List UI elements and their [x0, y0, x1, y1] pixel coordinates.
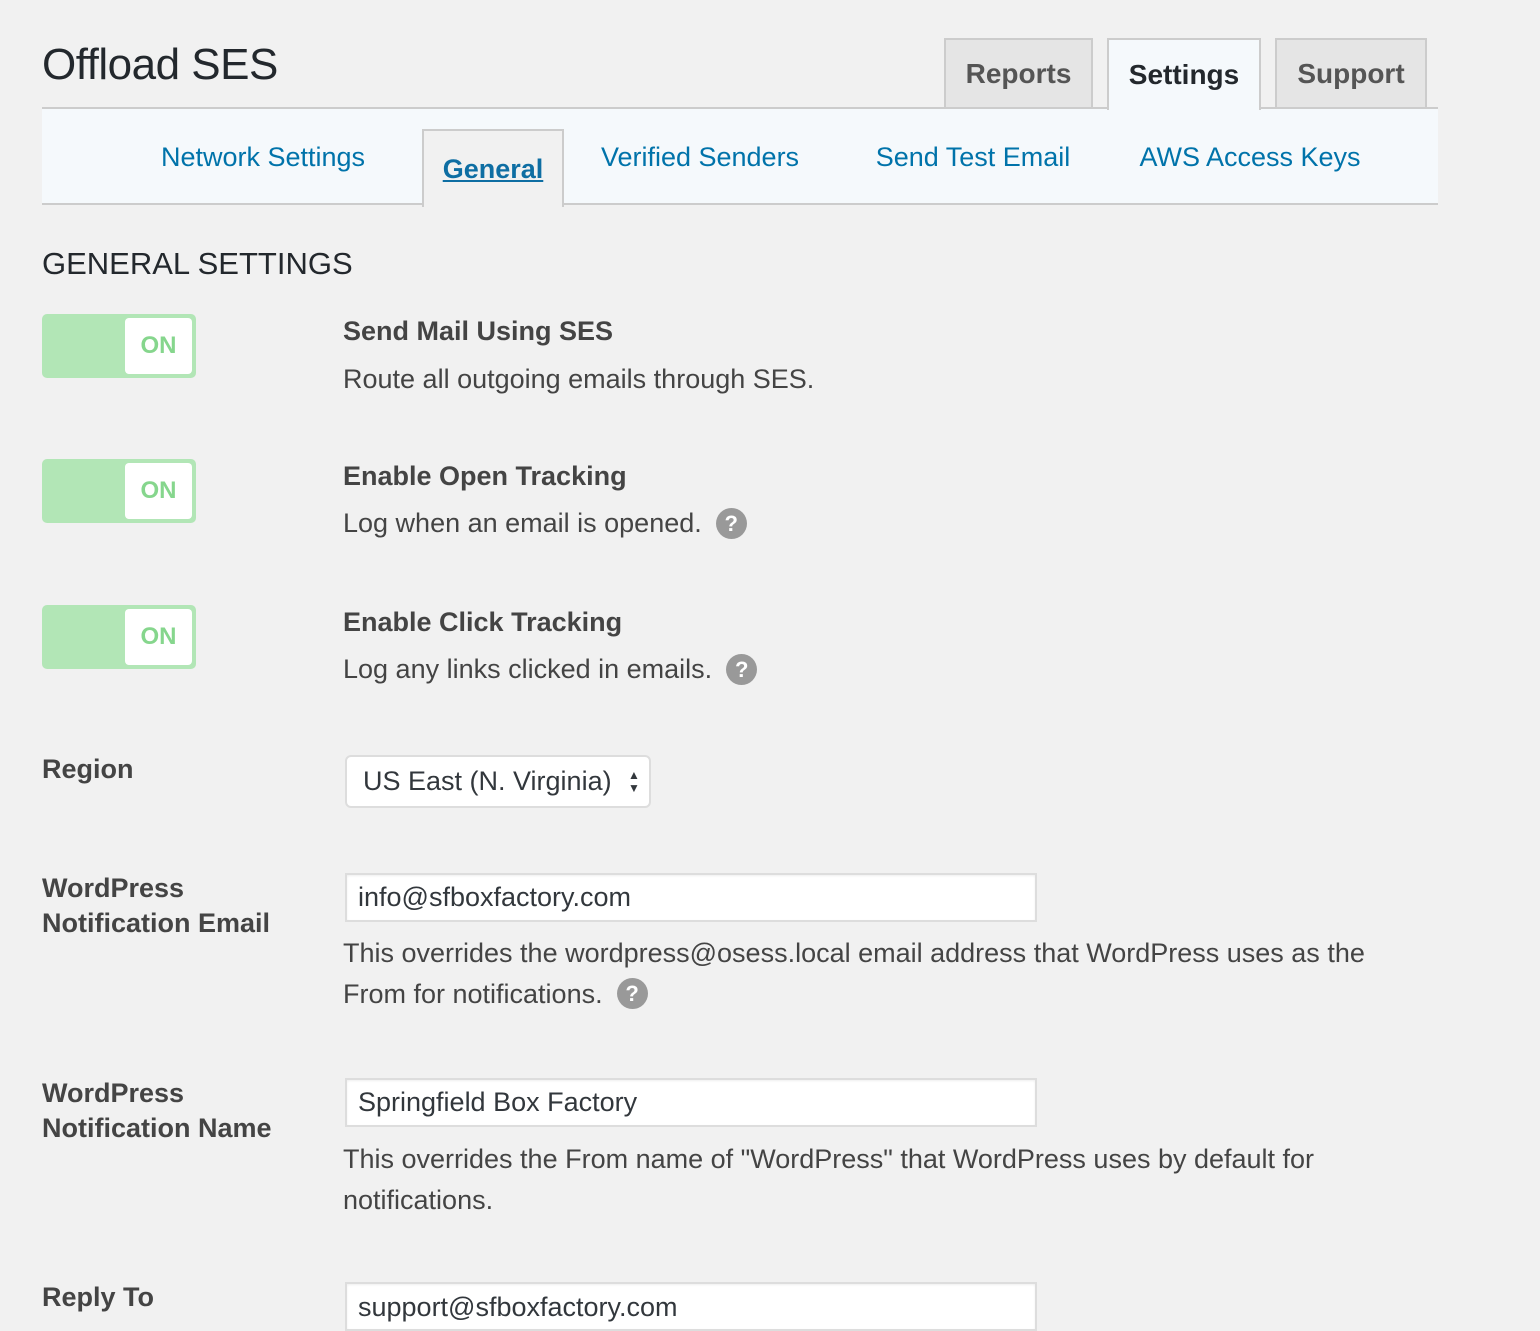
help-icon[interactable]: ? [715, 508, 747, 539]
reply-to-input[interactable]: support@sfboxfactory.com [345, 1282, 1037, 1331]
arrow-down-icon: ▼ [628, 781, 640, 795]
input-value: support@sfboxfactory.com [358, 1292, 678, 1322]
description-line: notifications. [343, 1185, 494, 1215]
tab-settings[interactable]: Settings [1107, 38, 1261, 110]
help-icon[interactable]: ? [726, 654, 758, 685]
subnav-network-settings[interactable]: Network Settings [152, 109, 374, 205]
toggle-state-label: ON [125, 609, 192, 665]
toggle-state-label: ON [125, 318, 192, 374]
section-title: GENERAL SETTINGS [42, 246, 353, 281]
enable-click-tracking-description: Log any links clicked in emails. ? [343, 654, 758, 685]
label-line: WordPress [42, 873, 185, 903]
description-line: From for notifications.? [343, 974, 1453, 1015]
select-arrows-icon: ▲ ▼ [627, 768, 641, 796]
option-description-text: Log any links clicked in emails. [343, 654, 713, 684]
label-line: Notification Email [42, 908, 271, 938]
region-select[interactable]: US East (N. Virginia) ▲ ▼ [345, 755, 651, 808]
subnav-aws-access-keys[interactable]: AWS Access Keys [1135, 109, 1365, 205]
notification-name-label: WordPress Notification Name [42, 1076, 272, 1146]
input-value: info@sfboxfactory.com [358, 882, 632, 912]
label-line: WordPress [42, 1078, 185, 1108]
option-description-text: Route all outgoing emails through SES. [343, 364, 815, 394]
send-mail-using-ses-description: Route all outgoing emails through SES. [343, 364, 814, 395]
tab-support[interactable]: Support [1275, 38, 1427, 107]
enable-click-tracking-title: Enable Click Tracking [343, 607, 623, 637]
description-line: This overrides the From name of "WordPre… [343, 1144, 1315, 1174]
send-mail-using-ses-toggle[interactable]: ON [42, 314, 196, 378]
tab-reports[interactable]: Reports [944, 38, 1093, 107]
notification-name-input[interactable]: Springfield Box Factory [345, 1078, 1037, 1127]
notification-email-label: WordPress Notification Email [42, 871, 270, 941]
subnav-send-test-email[interactable]: Send Test Email [870, 109, 1076, 205]
enable-click-tracking-toggle[interactable]: ON [42, 605, 196, 669]
help-icon[interactable]: ? [616, 978, 648, 1010]
subnav-verified-senders[interactable]: Verified Senders [594, 109, 806, 205]
description-line: This overrides the wordpress@osess.local… [343, 938, 1365, 968]
reply-to-label: Reply To [42, 1282, 155, 1312]
notification-name-description: This overrides the From name of "WordPre… [343, 1139, 1453, 1221]
region-selected-value: US East (N. Virginia) [363, 766, 612, 796]
enable-open-tracking-title: Enable Open Tracking [343, 461, 627, 491]
input-value: Springfield Box Factory [358, 1087, 638, 1117]
send-mail-using-ses-title: Send Mail Using SES [343, 316, 614, 346]
notification-email-description: This overrides the wordpress@osess.local… [343, 933, 1453, 1015]
page-title: Offload SES [42, 40, 278, 89]
region-label: Region [42, 754, 134, 784]
enable-open-tracking-toggle[interactable]: ON [42, 459, 196, 523]
toggle-state-label: ON [125, 463, 192, 519]
settings-subnav: Network Settings General Verified Sender… [42, 107, 1438, 207]
description-text: From for notifications. [343, 979, 603, 1009]
option-description-text: Log when an email is opened. [343, 508, 702, 538]
subnav-general[interactable]: General [422, 129, 564, 207]
enable-open-tracking-description: Log when an email is opened. ? [343, 508, 747, 539]
label-line: Notification Name [42, 1113, 272, 1143]
notification-email-input[interactable]: info@sfboxfactory.com [345, 873, 1037, 922]
